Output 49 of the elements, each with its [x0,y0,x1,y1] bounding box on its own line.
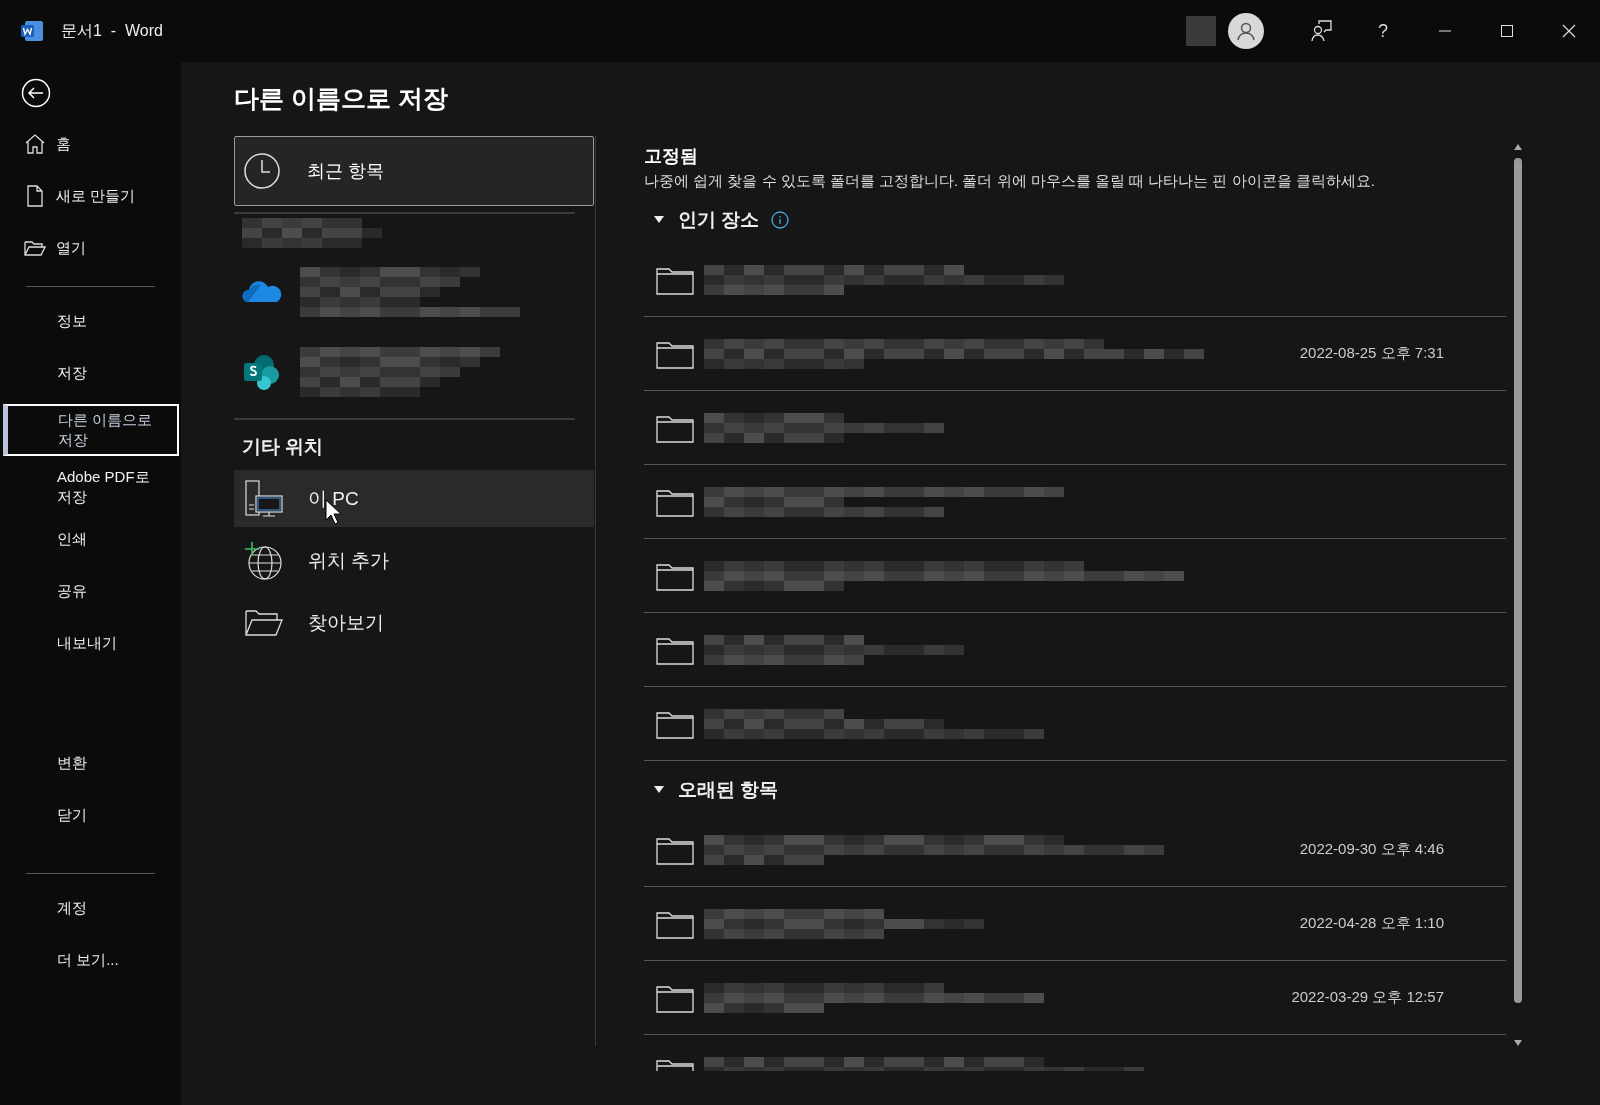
help-button[interactable]: ? [1352,0,1414,62]
home-icon [24,133,46,155]
computer-icon [244,478,284,519]
folder-row[interactable]: 2022-03-29 오후 12:57 [644,961,1506,1035]
group-header[interactable]: 인기 장소 [654,207,790,233]
location-item[interactable]: 찾아보기 [234,594,594,651]
date-text: 2022-09-30 오후 4:46 [1299,840,1444,859]
sidebar-item[interactable]: 열기 [0,222,181,274]
feedback-icon [1309,19,1333,43]
window-title: 문서1 - Word [61,20,163,41]
sidebar-item[interactable]: 홈 [0,118,181,170]
caret-icon [654,216,664,224]
section-title: 고정됨 [644,145,699,168]
sidebar-item[interactable]: 공유 [0,565,181,617]
back-button[interactable] [21,78,51,108]
caret-icon [654,786,664,794]
globe-add-icon [244,540,284,581]
close-icon [1562,24,1576,38]
sidebar-item[interactable]: 정보 [0,295,181,347]
redacted-account-name [1186,16,1216,46]
date-text: 2022-04-28 오후 1:10 [1299,914,1444,933]
folder-row[interactable]: 2022-09-30 오후 4:46 [644,813,1506,887]
word-app-icon [20,19,44,43]
sidebar-item[interactable]: Adobe PDF로 저장 [0,461,181,513]
folder-row[interactable]: 2022-04-28 오후 1:10 [644,887,1506,961]
clock-icon [243,152,281,190]
sidebar-item[interactable]: 저장 [0,347,181,399]
sidebar-item[interactable]: 다른 이름으로 저장 [3,404,179,456]
sharepoint-icon [242,352,282,392]
sidebar-item[interactable]: 내보내기 [0,617,181,669]
sidebar-item[interactable]: 인쇄 [0,513,181,565]
recent-location-button[interactable]: 최근 항목 [234,136,594,206]
sidebar-item[interactable]: 새로 만들기 [0,170,181,222]
account-avatar[interactable] [1228,13,1264,49]
sidebar-item[interactable]: 계정 [0,882,181,934]
document-icon [24,185,46,207]
location-item[interactable]: 위치 추가 [234,532,594,589]
sidebar-item[interactable]: 닫기 [0,789,181,841]
section-heading: 기타 위치 [242,435,325,459]
location-item[interactable]: 이 PC [234,470,594,527]
date-text: 2022-08-25 오후 7:31 [1299,344,1444,363]
maximize-icon [1500,24,1514,38]
sidebar-item[interactable]: 변환 [0,737,181,789]
group-header[interactable]: 오래된 항목 [654,777,779,803]
page-title: 다른 이름으로 저장 [234,83,449,112]
folder-row[interactable]: 2022-08-25 오후 7:31 [644,317,1506,391]
sidebar-item[interactable]: 더 보기... [0,934,181,986]
description-text: 나중에 쉽게 찾을 수 있도록 폴더를 고정합니다. 폴더 위에 마우스를 올릴 때 나타나는 핀 아이콘을 클릭하세요. [644,172,1376,191]
date-text: 2022-03-29 오후 12:57 [1291,988,1444,1007]
